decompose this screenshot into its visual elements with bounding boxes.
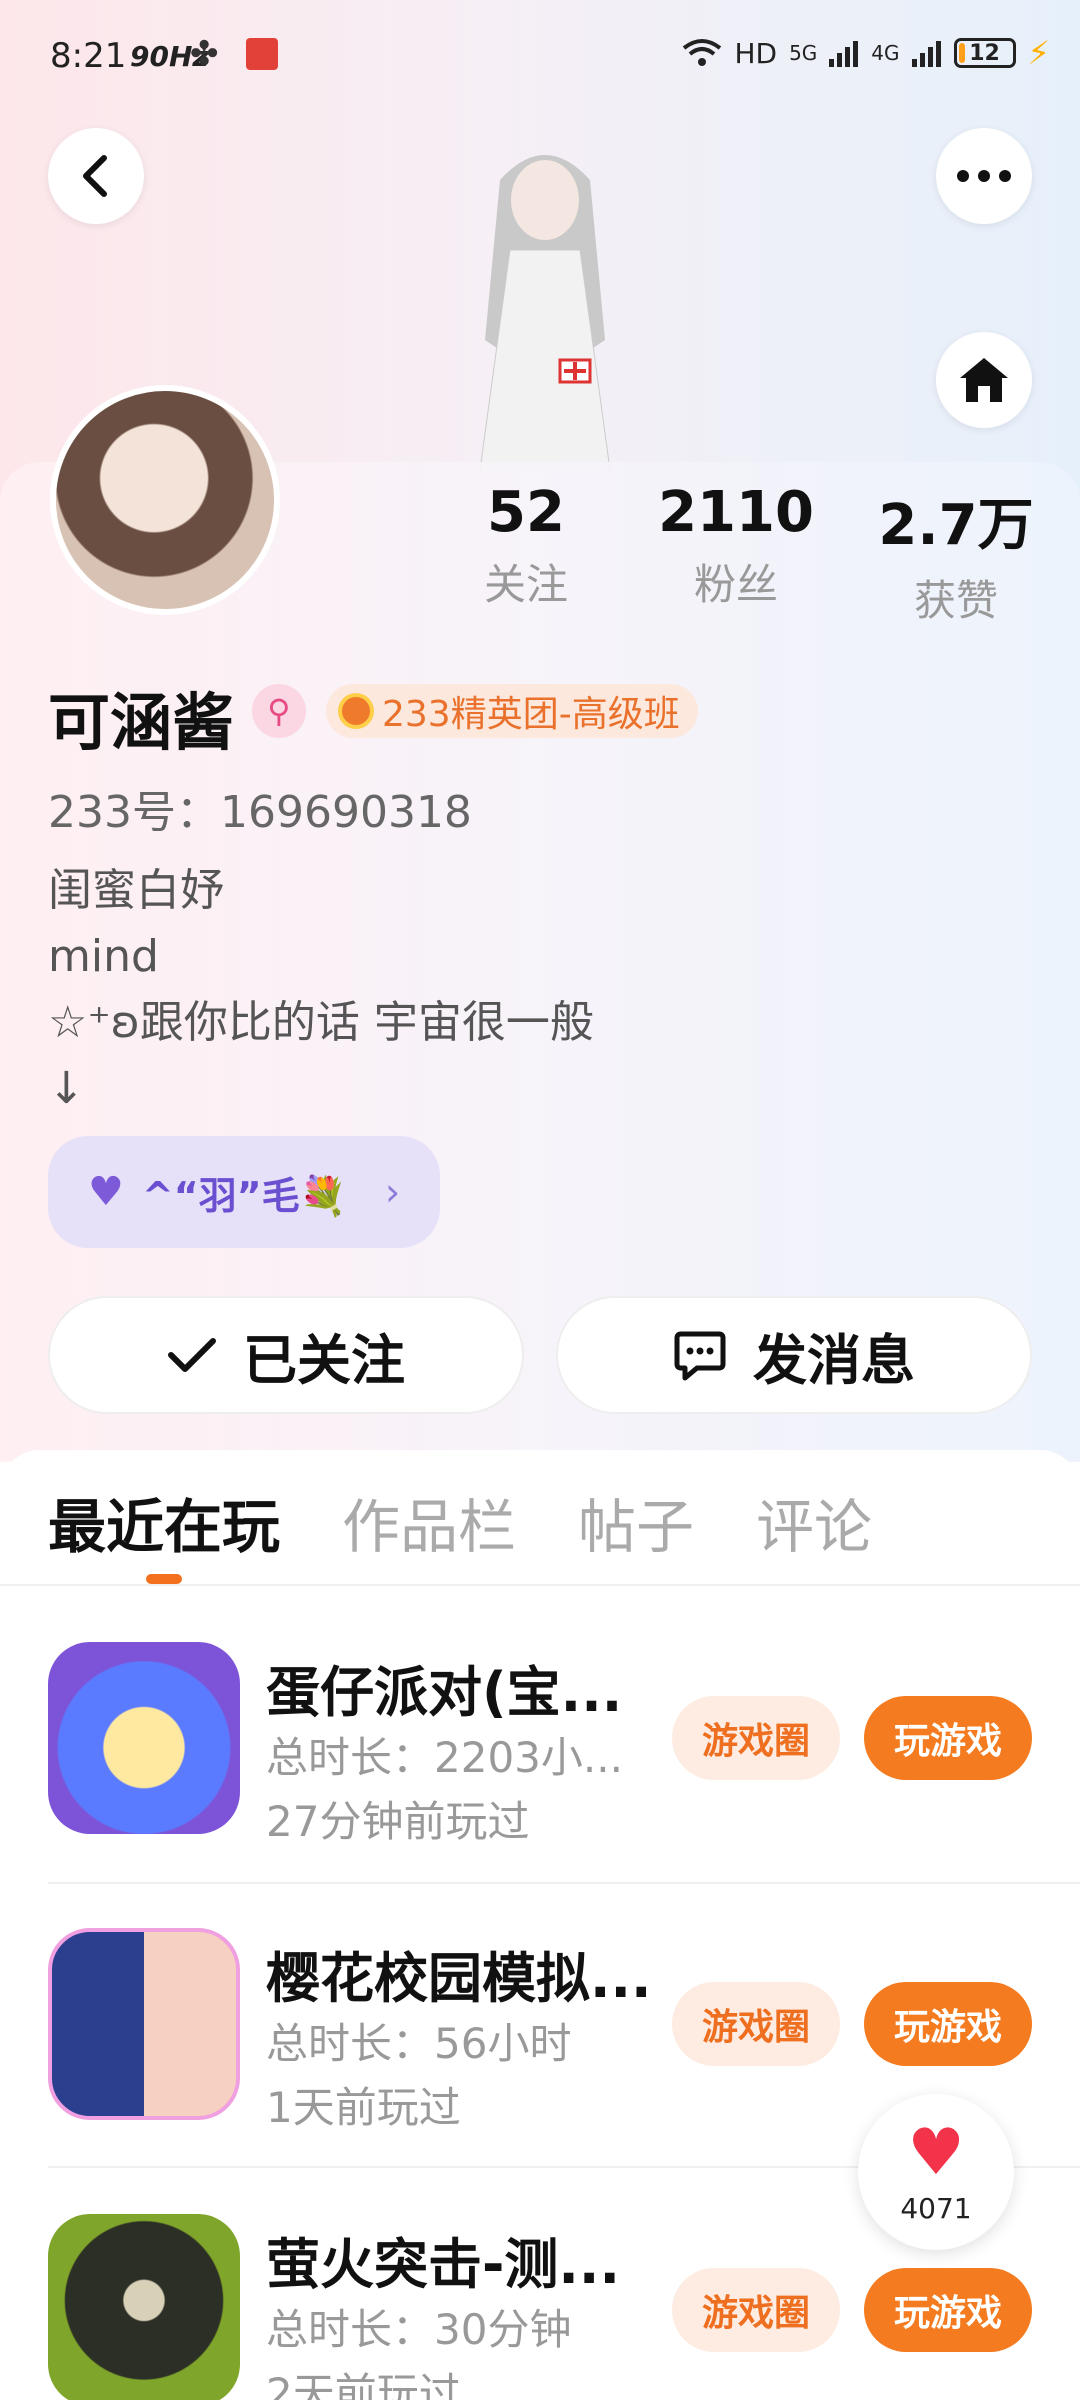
game-name: 蛋仔派对(宝... <box>266 1661 623 1724</box>
game-last-played: 1天前玩过 <box>266 2083 461 2132</box>
more-dots-icon <box>957 170 1011 182</box>
row-divider <box>48 1882 1080 1884</box>
chevron-left-icon <box>83 155 107 197</box>
tab-works[interactable]: 作品栏 <box>342 1480 516 1564</box>
following-count: 52 <box>487 480 565 545</box>
wifi-icon <box>683 39 722 66</box>
username: 可涵酱 <box>48 686 235 759</box>
stat-followers[interactable]: 2110 粉丝 <box>646 480 826 612</box>
bio-line: ☆⁺ʚ跟你比的话 宇宙很一般 <box>48 997 594 1048</box>
game-list-item[interactable]: 蛋仔派对(宝... 总时长：2203小... 27分钟前玩过 游戏圈 玩游戏 <box>48 1642 1032 1846</box>
active-tab-indicator <box>146 1574 182 1584</box>
back-button[interactable] <box>48 128 144 224</box>
app-notification-icon <box>246 38 278 70</box>
tab-comments[interactable]: 评论 <box>756 1480 872 1564</box>
female-gender-icon: ⚲ <box>252 684 306 738</box>
bio-line: mind <box>48 931 159 982</box>
title-badge-text: 233精英团-高级班 <box>382 694 680 735</box>
battery-fill <box>958 43 966 63</box>
chevron-right-icon: › <box>384 1170 401 1214</box>
game-icon <box>48 1928 240 2120</box>
network-label: HD <box>734 36 778 70</box>
signal-bars-icon <box>829 41 859 67</box>
game-last-played: 27分钟前玩过 <box>266 1797 530 1846</box>
game-icon <box>48 2214 240 2400</box>
bio-line: ↓ <box>48 1063 85 1114</box>
game-circle-button[interactable]: 游戏圈 <box>672 2268 840 2352</box>
profile-tabs: 最近在玩 作品栏 帖子 评论 <box>48 1480 872 1564</box>
game-list-item[interactable]: 萤火突击-测... 总时长：30分钟 2天前玩过 游戏圈 玩游戏 <box>48 2214 1032 2400</box>
signal-5g-label: 5G <box>789 41 818 65</box>
battery-level: 12 <box>969 40 1000 66</box>
play-game-button[interactable]: 玩游戏 <box>864 2268 1032 2352</box>
chat-bubble-icon <box>674 1331 726 1381</box>
game-last-played: 2天前玩过 <box>266 2369 461 2400</box>
game-duration: 总时长：30分钟 <box>266 2305 572 2354</box>
game-list-item[interactable]: 樱花校园模拟... 总时长：56小时 1天前玩过 游戏圈 玩游戏 <box>48 1928 1032 2132</box>
followers-label: 粉丝 <box>693 560 778 609</box>
followed-label: 已关注 <box>243 1328 405 1392</box>
user-id: 233号：169690318 <box>48 787 472 838</box>
tab-recently-played[interactable]: 最近在玩 <box>48 1480 280 1564</box>
stat-following[interactable]: 52 关注 <box>436 480 616 612</box>
avatar-figure-image <box>479 155 611 470</box>
floating-like-button[interactable]: ♥ 4071 <box>858 2094 1014 2250</box>
game-duration: 总时长：56小时 <box>266 2019 572 2068</box>
charging-icon: ⚡ <box>1027 34 1050 72</box>
avatar[interactable] <box>50 385 280 615</box>
heart-icon: ♥ <box>907 2115 965 2190</box>
bio-line: 闺蜜白妤 <box>48 865 224 916</box>
likes-label: 获赞 <box>913 576 998 625</box>
title-badge[interactable]: 233精英团-高级班 <box>326 684 698 738</box>
relationship-tag-pill[interactable]: ♥ ^“羽”毛💐 › <box>48 1136 440 1248</box>
likes-count: 2.7万 <box>878 493 1034 558</box>
relationship-tag-text: ^“羽”毛💐 <box>141 1173 347 1218</box>
send-message-button[interactable]: 发消息 <box>556 1296 1032 1414</box>
play-game-button[interactable]: 玩游戏 <box>864 1982 1032 2066</box>
tab-posts[interactable]: 帖子 <box>578 1480 694 1564</box>
followed-button[interactable]: 已关注 <box>48 1296 524 1414</box>
game-circle-button[interactable]: 游戏圈 <box>672 1982 840 2066</box>
home-icon <box>960 358 1008 402</box>
signal-4g-label: 4G <box>871 41 900 65</box>
game-duration: 总时长：2203小... <box>266 1733 623 1782</box>
signal-bars-icon <box>911 41 941 67</box>
home-button[interactable] <box>936 332 1032 428</box>
stat-likes: 2.7万 获赞 <box>866 480 1046 628</box>
status-indicators: HD 5G 4G 12 ⚡ <box>682 34 1050 72</box>
like-count: 4071 <box>900 2191 972 2225</box>
game-name: 萤火突击-测... <box>266 2233 620 2296</box>
more-button[interactable] <box>936 128 1032 224</box>
battery-icon: 12 <box>953 38 1016 68</box>
followers-count: 2110 <box>658 480 814 545</box>
send-message-label: 发消息 <box>753 1328 915 1392</box>
play-game-button[interactable]: 玩游戏 <box>864 1696 1032 1780</box>
bio: 闺蜜白妤 mind ☆⁺ʚ跟你比的话 宇宙很一般 ↓ <box>48 858 594 1122</box>
status-bar: 8:21 90Hz ✤ HD 5G 4G 12 ⚡ <box>0 0 1080 110</box>
check-icon <box>168 1338 216 1372</box>
tab-divider <box>0 1584 1080 1586</box>
status-time: 8:21 <box>50 36 127 76</box>
heart-icon: ♥ <box>88 1169 124 1215</box>
game-circle-button[interactable]: 游戏圈 <box>672 1696 840 1780</box>
fan-icon: ✤ <box>190 34 219 74</box>
game-name: 樱花校园模拟... <box>266 1947 646 2010</box>
following-label: 关注 <box>483 560 568 609</box>
medal-icon <box>338 693 374 729</box>
game-icon <box>48 1642 240 1834</box>
